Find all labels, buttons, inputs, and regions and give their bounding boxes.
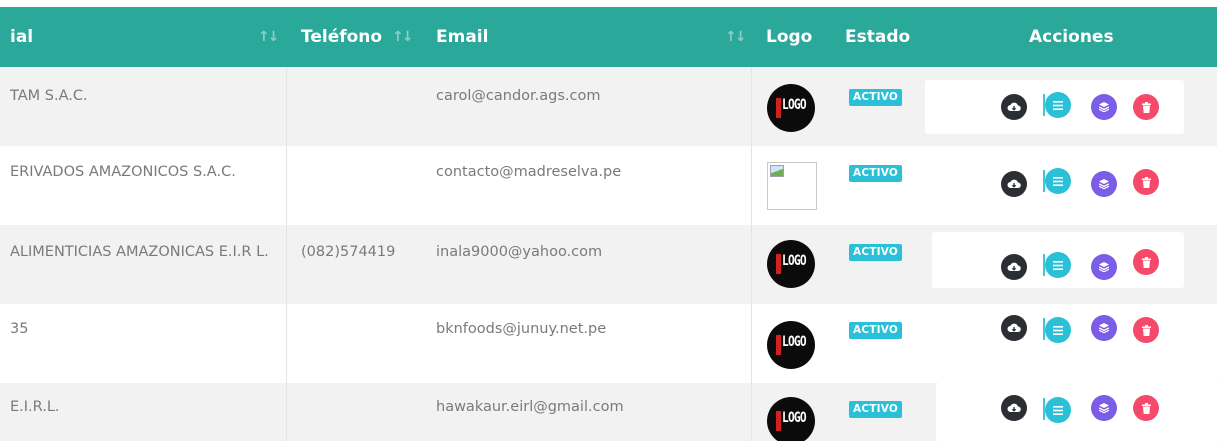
company-logo-image: LOGO [767,397,815,441]
column-divider [751,146,752,225]
cell-razon-social: 35 [10,321,29,337]
status-badge: ACTIVO [849,401,902,418]
table-row: ERIVADOS AMAZONICOS S.A.C. contacto@madr… [0,146,1217,225]
layers-icon [1099,102,1109,112]
cloud-download-icon [1007,323,1021,332]
column-divider [751,67,752,146]
table-row: ALIMENTICIAS AMAZONICAS E.I.R L. (082)57… [0,225,1217,304]
cell-email: contacto@madreselva.pe [436,164,622,180]
cell-razon-social: E.I.R.L. [10,399,60,415]
column-divider [286,146,287,225]
actions-group [925,80,1184,134]
table-row: E.I.R.L. hawakaur.eirl@gmail.com LOGO AC… [0,383,1217,441]
trash-icon [1141,402,1151,414]
sort-razon-social-icon[interactable]: ↑↓ [258,7,280,67]
layers-button[interactable] [1091,395,1117,421]
table-row: 35 bknfoods@junuy.net.pe LOGO ACTIVO [0,304,1217,383]
layers-button[interactable] [1091,315,1117,341]
column-divider [286,67,287,146]
trash-icon [1141,256,1151,268]
cell-razon-social: ALIMENTICIAS AMAZONICAS E.I.R L. [10,244,269,260]
company-logo-broken-image [767,162,817,210]
logo-lettering: LOGO [782,253,807,269]
cloud-download-icon [1007,403,1021,412]
cell-email: inala9000@yahoo.com [436,244,603,260]
column-header-email[interactable]: Email [436,7,488,67]
trash-icon [1141,324,1151,336]
company-logo-image: LOGO [767,84,815,132]
download-button[interactable] [1001,171,1027,197]
sort-telefono-icon[interactable]: ↑↓ [392,7,414,67]
column-divider [751,304,752,383]
status-badge: ACTIVO [849,244,902,261]
layers-button[interactable] [1091,94,1117,120]
cell-telefono: (082)574419 [301,244,396,260]
list-icon [1053,176,1063,186]
actions-group [932,232,1184,288]
cell-email: hawakaur.eirl@gmail.com [436,399,624,415]
column-divider [286,304,287,383]
column-divider [751,383,752,441]
cell-email: bknfoods@junuy.net.pe [436,321,607,337]
trash-icon [1141,101,1151,113]
broken-image-icon [770,165,784,177]
details-button[interactable] [1045,252,1071,278]
table-header: ial ↑↓ Teléfono ↑↓ Email ↑↓ Logo Estado … [0,7,1217,67]
column-header-acciones: Acciones [1029,27,1114,47]
layers-button[interactable] [1091,171,1117,197]
download-button[interactable] [1001,254,1027,280]
cell-email: carol@candor.ags.com [436,88,601,104]
cell-razon-social: TAM S.A.C. [10,88,88,104]
cell-razon-social: ERIVADOS AMAZONICOS S.A.C. [10,164,236,180]
list-icon [1053,325,1063,335]
download-button[interactable] [1001,395,1027,421]
logo-lettering: LOGO [782,334,807,350]
table-row: TAM S.A.C. carol@candor.ags.com LOGO ACT… [0,67,1217,146]
download-button[interactable] [1001,94,1027,120]
delete-button[interactable] [1133,169,1159,195]
column-divider [286,383,287,441]
list-icon [1053,405,1063,415]
companies-table: ial ↑↓ Teléfono ↑↓ Email ↑↓ Logo Estado … [0,0,1217,441]
logo-lettering: LOGO [782,410,807,426]
layers-icon [1099,179,1109,189]
column-header-telefono[interactable]: Teléfono [301,7,382,67]
company-logo-image: LOGO [767,240,815,288]
delete-button[interactable] [1133,249,1159,275]
actions-group [936,383,1217,441]
trash-icon [1141,176,1151,188]
column-header-logo: Logo [766,27,813,47]
column-header-estado: Estado [845,27,911,47]
delete-button[interactable] [1133,395,1159,421]
list-icon [1053,100,1063,110]
cloud-download-icon [1007,262,1021,271]
details-button[interactable] [1045,168,1071,194]
cloud-download-icon [1007,102,1021,111]
sort-email-icon[interactable]: ↑↓ [725,7,747,67]
cloud-download-icon [1007,179,1021,188]
logo-lettering: LOGO [782,97,807,113]
status-badge: ACTIVO [849,165,902,182]
details-button[interactable] [1045,317,1071,343]
download-button[interactable] [1001,315,1027,341]
delete-button[interactable] [1133,94,1159,120]
layers-icon [1099,403,1109,413]
layers-button[interactable] [1091,254,1117,280]
status-badge: ACTIVO [849,89,902,106]
list-icon [1053,260,1063,270]
column-divider [286,225,287,304]
details-button[interactable] [1045,397,1071,423]
delete-button[interactable] [1133,317,1159,343]
column-header-razon-social[interactable]: ial [10,7,33,67]
company-logo-image: LOGO [767,321,815,369]
column-divider [751,225,752,304]
layers-icon [1099,262,1109,272]
status-badge: ACTIVO [849,322,902,339]
details-button[interactable] [1045,92,1071,118]
layers-icon [1099,323,1109,333]
